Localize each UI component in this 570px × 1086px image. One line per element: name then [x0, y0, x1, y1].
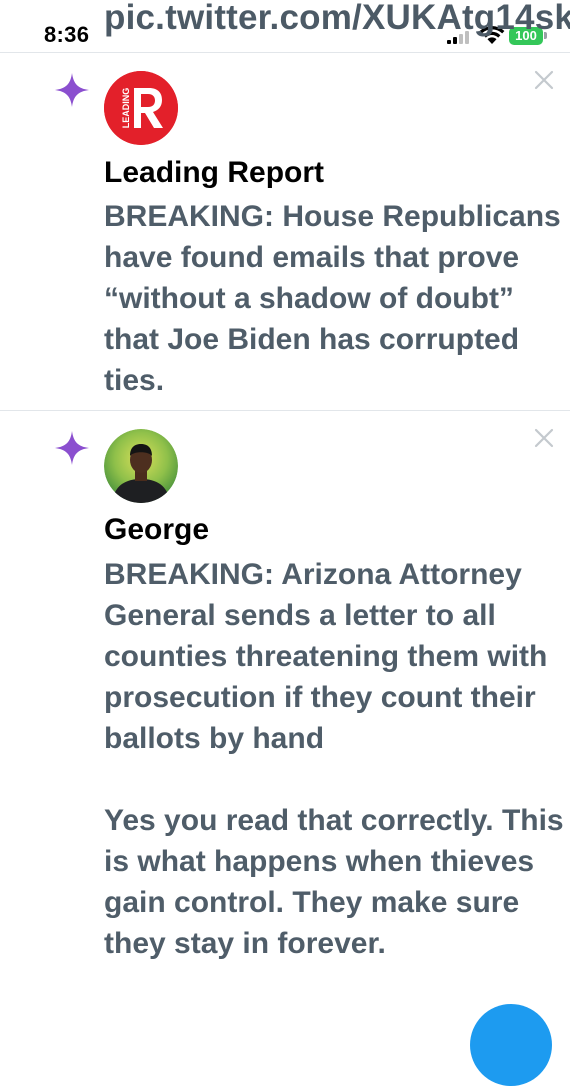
notification-author: George — [104, 513, 210, 546]
user-avatar-photo[interactable] — [104, 429, 178, 503]
sparkle-icon — [55, 431, 89, 465]
notification-author: Leading Report — [104, 156, 325, 189]
notification-text[interactable]: BREAKING: Arizona Attorney General sends… — [104, 554, 564, 964]
sparkle-icon — [55, 73, 89, 107]
compose-fab-button[interactable] — [470, 1004, 552, 1086]
leading-report-logo-icon: LEADING — [104, 71, 178, 145]
notification-text[interactable]: BREAKING: House Republicans have found e… — [104, 196, 564, 401]
status-time: 8:36 — [44, 22, 90, 47]
header-divider — [0, 52, 570, 53]
close-icon[interactable] — [533, 69, 555, 91]
leading-report-logo[interactable]: LEADING — [104, 71, 178, 145]
close-icon[interactable] — [533, 427, 555, 449]
user-avatar-icon — [104, 429, 178, 503]
notification-divider — [0, 410, 570, 411]
logo-text: LEADING — [121, 88, 131, 129]
tweet-link-text[interactable]: pic.twitter.com/XUKAtg14sk — [104, 0, 570, 38]
